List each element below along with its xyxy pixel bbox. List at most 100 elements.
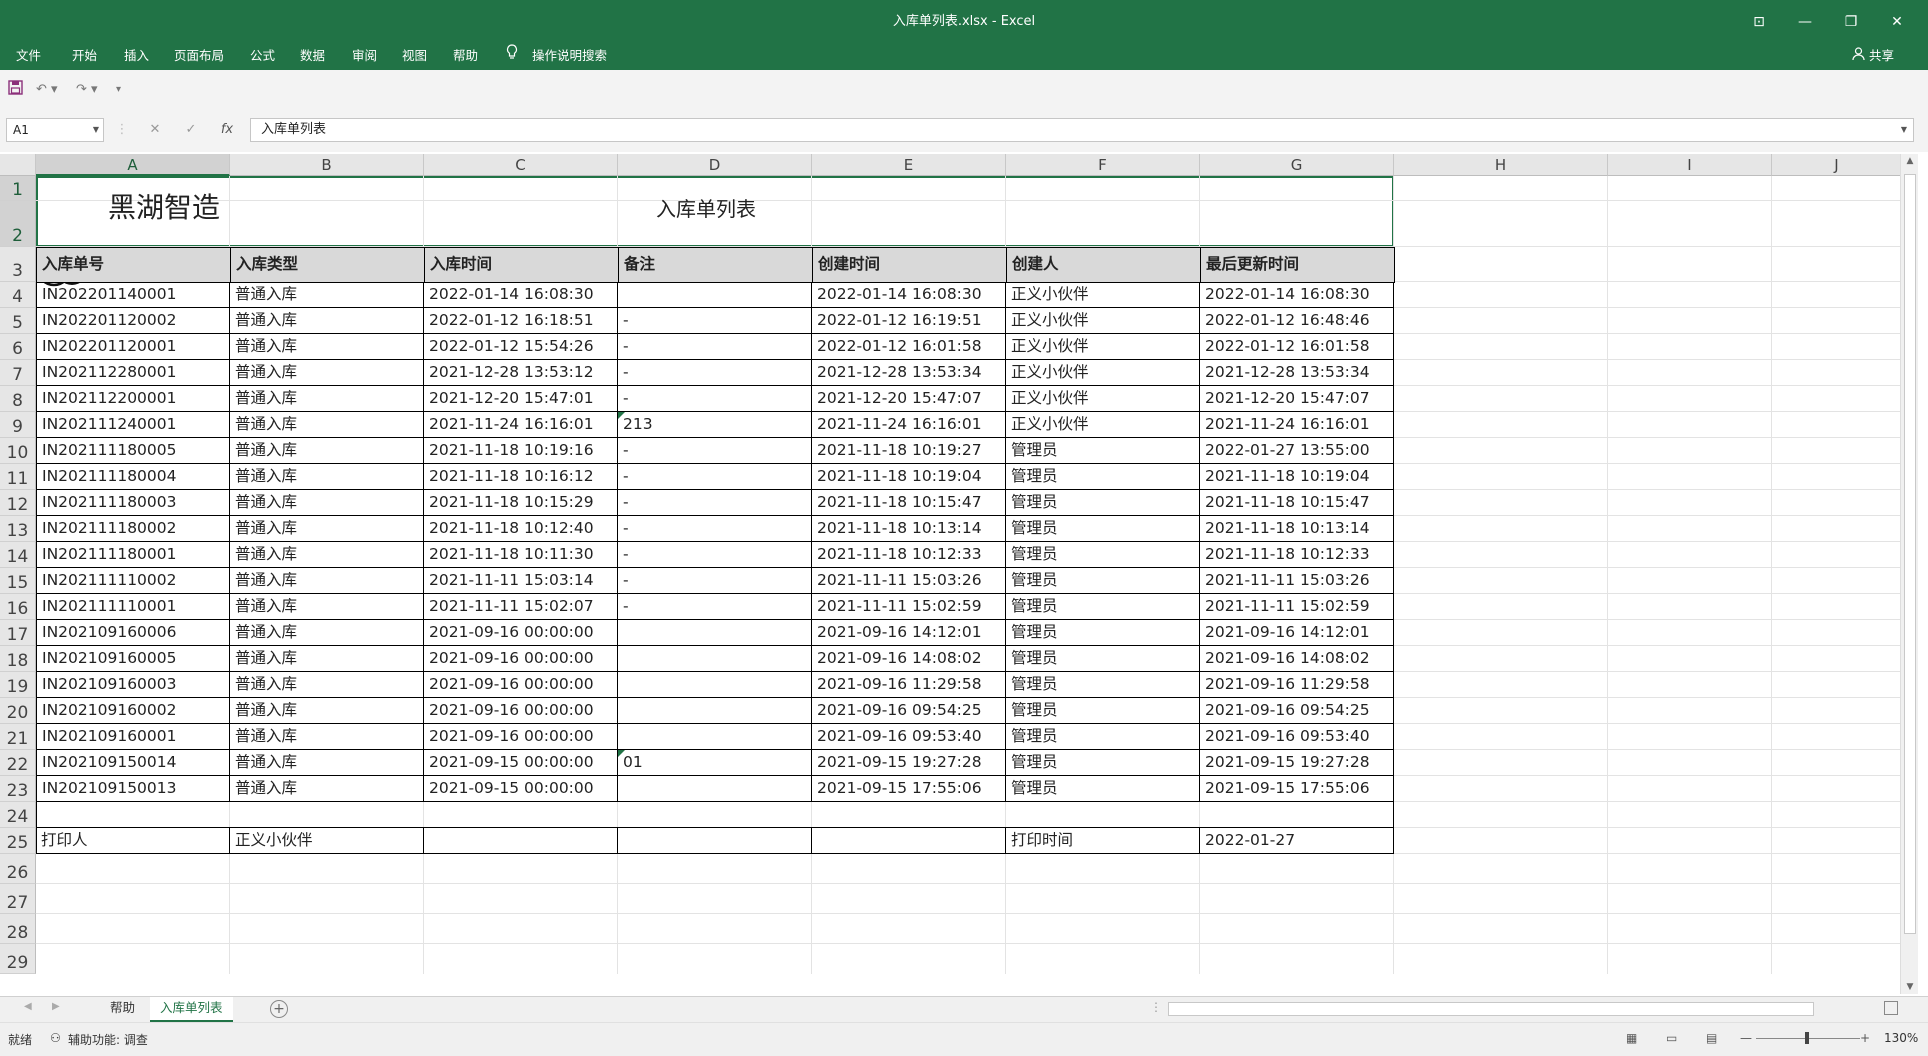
row-header-10[interactable]: 10 [0,438,36,464]
table-cell[interactable]: 管理员 [1006,594,1200,620]
row-header-13[interactable]: 13 [0,516,36,542]
table-cell[interactable]: 2021-11-11 15:03:14 [424,568,618,594]
table-cell[interactable]: 2022-01-12 16:48:46 [1200,308,1394,334]
table-cell[interactable]: 普通入库 [230,750,424,776]
restore-button[interactable]: ❐ [1828,0,1874,44]
table-cell[interactable]: IN202111240001 [36,412,230,438]
column-header-d[interactable]: D [618,154,812,176]
table-cell[interactable]: 普通入库 [230,724,424,750]
save-icon[interactable] [8,80,23,100]
table-cell[interactable]: 管理员 [1006,698,1200,724]
table-cell[interactable]: 普通入库 [230,620,424,646]
table-cell[interactable]: IN202109160005 [36,646,230,672]
table-cell[interactable]: 管理员 [1006,672,1200,698]
tab-view[interactable]: 视图 [402,44,427,70]
table-cell[interactable]: 2021-09-16 09:54:25 [1200,698,1394,724]
table-cell[interactable]: 2022-01-12 16:19:51 [812,308,1006,334]
table-cell[interactable]: 管理员 [1006,750,1200,776]
table-cell[interactable]: 2021-11-24 16:16:01 [812,412,1006,438]
table-cell[interactable]: 2022-01-12 16:18:51 [424,308,618,334]
row-header-20[interactable]: 20 [0,698,36,724]
table-cell[interactable]: 2021-09-16 00:00:00 [424,698,618,724]
row-header-16[interactable]: 16 [0,594,36,620]
table-cell[interactable]: - [618,386,812,412]
table-cell[interactable]: 2021-09-15 19:27:28 [1200,750,1394,776]
table-cell[interactable]: 管理员 [1006,568,1200,594]
footer-cell[interactable] [812,828,1006,854]
row-header-27[interactable]: 27 [0,884,36,914]
column-header-j[interactable]: J [1772,154,1902,176]
table-cell[interactable]: - [618,516,812,542]
table-cell[interactable]: 2021-11-18 10:15:47 [812,490,1006,516]
row-header-5[interactable]: 5 [0,308,36,334]
table-cell[interactable]: 2021-11-18 10:19:27 [812,438,1006,464]
row-header-24[interactable]: 24 [0,802,36,828]
tab-review[interactable]: 审阅 [352,44,377,70]
footer-cell[interactable] [618,828,812,854]
table-cell[interactable]: - [618,490,812,516]
zoom-out-icon[interactable]: — [1740,1031,1752,1045]
table-cell[interactable]: IN202111110001 [36,594,230,620]
table-cell[interactable]: IN202109160006 [36,620,230,646]
table-cell[interactable]: - [618,464,812,490]
table-cell[interactable]: 2021-12-20 15:47:01 [424,386,618,412]
row-header-18[interactable]: 18 [0,646,36,672]
table-cell[interactable]: 2021-11-11 15:02:59 [1200,594,1394,620]
table-cell[interactable]: 2021-12-28 13:53:12 [424,360,618,386]
add-sheet-icon[interactable]: + [270,1000,288,1018]
column-header-f[interactable]: F [1006,154,1200,176]
table-cell[interactable]: 普通入库 [230,334,424,360]
table-cell[interactable]: 普通入库 [230,568,424,594]
table-cell[interactable]: IN202112200001 [36,386,230,412]
page-break-view-icon[interactable]: ▤ [1706,1031,1717,1045]
normal-view-icon[interactable]: ▦ [1626,1031,1637,1045]
table-cell[interactable]: 2021-09-16 00:00:00 [424,620,618,646]
table-cell[interactable]: 普通入库 [230,412,424,438]
table-cell[interactable]: 2021-09-16 14:12:01 [812,620,1006,646]
row-header-28[interactable]: 28 [0,914,36,944]
column-header-h[interactable]: H [1394,154,1608,176]
table-cell[interactable]: 2021-12-20 15:47:07 [812,386,1006,412]
table-cell[interactable]: 2022-01-27 13:55:00 [1200,438,1394,464]
row-header-2[interactable]: 2 [0,201,36,247]
cancel-icon[interactable]: ✕ [143,118,167,142]
insert-function-icon[interactable]: fx [215,118,239,142]
table-cell[interactable] [618,620,812,646]
table-cell[interactable]: 普通入库 [230,698,424,724]
tell-me-search[interactable]: 操作说明搜索 [532,44,607,70]
row-header-29[interactable]: 29 [0,944,36,974]
table-cell[interactable]: 管理员 [1006,490,1200,516]
tab-help[interactable]: 帮助 [453,44,478,70]
table-cell[interactable]: 2021-11-11 15:02:59 [812,594,1006,620]
table-cell[interactable]: 2021-11-18 10:13:14 [1200,516,1394,542]
table-cell[interactable]: 2022-01-14 16:08:30 [1200,282,1394,308]
tab-home[interactable]: 开始 [72,44,97,70]
table-cell[interactable]: IN202109150013 [36,776,230,802]
table-cell[interactable]: 2021-09-15 17:55:06 [1200,776,1394,802]
row-header-9[interactable]: 9 [0,412,36,438]
table-cell[interactable]: 2021-12-28 13:53:34 [812,360,1006,386]
table-cell[interactable]: 2021-09-16 00:00:00 [424,724,618,750]
row-header-12[interactable]: 12 [0,490,36,516]
next-sheet-icon[interactable]: ▶ [52,1001,60,1012]
sheet-tab-inbound-list[interactable]: 入库单列表 [150,997,233,1022]
select-all-corner[interactable] [0,154,36,176]
table-cell[interactable]: 2021-09-15 19:27:28 [812,750,1006,776]
table-cell[interactable]: 2021-09-16 14:08:02 [1200,646,1394,672]
table-cell[interactable]: 管理员 [1006,516,1200,542]
vertical-scrollbar[interactable]: ▲ ▼ [1900,154,1918,994]
row-header-6[interactable]: 6 [0,334,36,360]
table-cell[interactable]: 2021-11-18 10:16:12 [424,464,618,490]
table-cell[interactable]: 2021-11-18 10:15:29 [424,490,618,516]
row-header-22[interactable]: 22 [0,750,36,776]
table-cell[interactable] [618,646,812,672]
table-cell[interactable]: 2021-09-16 00:00:00 [424,672,618,698]
tab-file[interactable]: 文件 [16,44,41,70]
table-cell[interactable]: 普通入库 [230,360,424,386]
table-cell[interactable]: 2021-11-18 10:19:04 [812,464,1006,490]
table-cell[interactable]: IN202111180002 [36,516,230,542]
split-handle-icon[interactable]: ⋮ [1150,1000,1162,1014]
minimize-button[interactable]: — [1782,0,1828,44]
row-header-1[interactable]: 1 [0,176,36,201]
table-cell[interactable]: 普通入库 [230,776,424,802]
